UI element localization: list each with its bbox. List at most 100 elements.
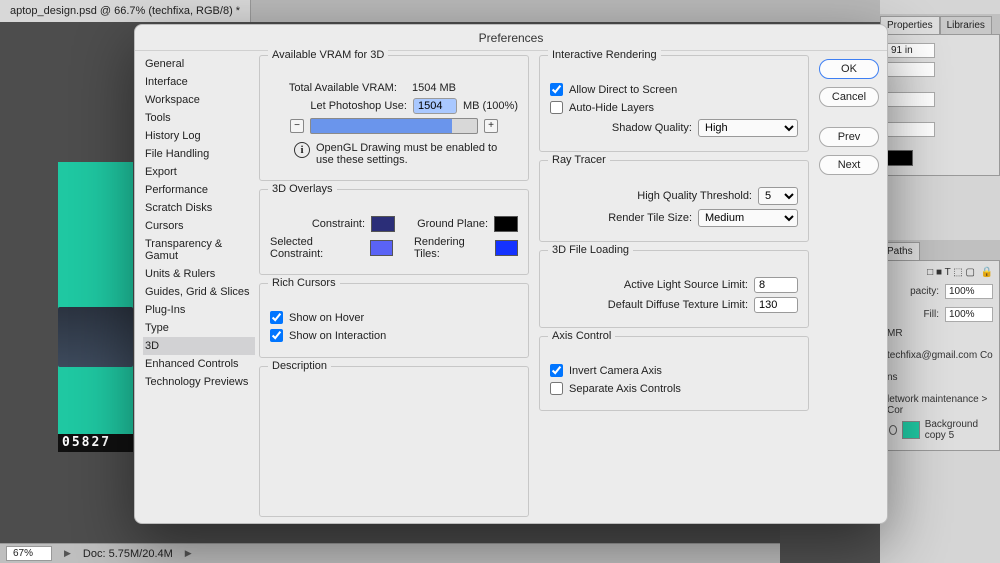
misc-dropdown[interactable] bbox=[887, 92, 935, 107]
sidebar-item-workspace[interactable]: Workspace bbox=[143, 91, 255, 109]
dialog-button-column: OK Cancel Prev Next bbox=[817, 51, 887, 523]
document-tab[interactable]: aptop_design.psd @ 66.7% (techfixa, RGB/… bbox=[0, 0, 251, 22]
constraint-label: Constraint: bbox=[312, 218, 365, 230]
auto-hide-layers-label: Auto-Hide Layers bbox=[569, 102, 654, 114]
group-interactive-rendering: Interactive Rendering Allow Direct to Sc… bbox=[539, 55, 809, 152]
sidebar-item-technology-previews[interactable]: Technology Previews bbox=[143, 373, 255, 391]
direct-to-screen-label: Allow Direct to Screen bbox=[569, 84, 677, 96]
document-tab-bar: aptop_design.psd @ 66.7% (techfixa, RGB/… bbox=[0, 0, 1000, 22]
prev-button[interactable]: Prev bbox=[819, 127, 879, 147]
hq-threshold-select[interactable]: 5 bbox=[758, 187, 798, 205]
invert-axis-checkbox[interactable] bbox=[550, 364, 563, 377]
opacity-label: pacity: bbox=[910, 286, 939, 297]
auto-hide-layers-checkbox[interactable] bbox=[550, 101, 563, 114]
hq-threshold-label: High Quality Threshold: bbox=[637, 190, 752, 202]
separate-axis-label: Separate Axis Controls bbox=[569, 383, 681, 395]
art-banner-text: 05827 bbox=[58, 434, 133, 452]
tab-properties[interactable]: Properties bbox=[880, 16, 940, 34]
color-swatch[interactable] bbox=[887, 150, 913, 166]
vram-note: OpenGL Drawing must be enabled to use th… bbox=[316, 142, 516, 166]
group-rich-cursors: Rich Cursors Show on Hover Show on Inter… bbox=[259, 283, 529, 358]
doc-size-readout: Doc: 5.75M/20.4M bbox=[83, 548, 173, 560]
group-title: Interactive Rendering bbox=[548, 49, 661, 61]
vram-input[interactable] bbox=[413, 98, 457, 114]
preferences-dialog: Preferences GeneralInterfaceWorkspaceToo… bbox=[134, 24, 888, 524]
info-icon: i bbox=[294, 142, 310, 158]
email-text: techfixa@gmail.com Co bbox=[887, 350, 993, 361]
sidebar-item-tools[interactable]: Tools bbox=[143, 109, 255, 127]
use-vram-label: Let Photoshop Use: bbox=[310, 100, 407, 112]
group-title: Ray Tracer bbox=[548, 154, 610, 166]
show-on-interaction-checkbox[interactable] bbox=[270, 329, 283, 342]
render-tile-size-select[interactable]: Medium bbox=[698, 209, 798, 227]
layer-row[interactable]: Background copy 5 bbox=[887, 416, 993, 444]
cancel-button[interactable]: Cancel bbox=[819, 87, 879, 107]
sidebar-item-cursors[interactable]: Cursors bbox=[143, 217, 255, 235]
selected-constraint-swatch[interactable] bbox=[370, 240, 393, 256]
show-on-hover-label: Show on Hover bbox=[289, 312, 364, 324]
sidebar-item-export[interactable]: Export bbox=[143, 163, 255, 181]
ok-button[interactable]: OK bbox=[819, 59, 879, 79]
right-panel-stack: Properties Libraries 91 in Paths □ ■ T ⬚… bbox=[880, 0, 1000, 563]
sidebar-item-transparency-gamut[interactable]: Transparency & Gamut bbox=[143, 235, 255, 265]
sidebar-item-guides-grid-slices[interactable]: Guides, Grid & Slices bbox=[143, 283, 255, 301]
next-button[interactable]: Next bbox=[819, 155, 879, 175]
separate-axis-checkbox[interactable] bbox=[550, 382, 563, 395]
texture-limit-label: Default Diffuse Texture Limit: bbox=[608, 299, 748, 311]
misc-dropdown-2[interactable] bbox=[887, 122, 935, 137]
chevron-right-icon[interactable]: ▶ bbox=[185, 548, 192, 559]
layer-name: Background copy 5 bbox=[925, 419, 991, 441]
show-on-interaction-label: Show on Interaction bbox=[289, 330, 386, 342]
sidebar-item-history-log[interactable]: History Log bbox=[143, 127, 255, 145]
zoom-field[interactable]: 67% bbox=[6, 546, 52, 561]
rendering-tiles-label: Rendering Tiles: bbox=[414, 236, 489, 260]
height-field[interactable] bbox=[887, 62, 935, 77]
group-overlays: 3D Overlays Constraint: Ground Plane: Se… bbox=[259, 189, 529, 275]
sidebar-item-type[interactable]: Type bbox=[143, 319, 255, 337]
sidebar-item-file-handling[interactable]: File Handling bbox=[143, 145, 255, 163]
constraint-swatch[interactable] bbox=[371, 216, 395, 232]
shadow-quality-select[interactable]: High bbox=[698, 119, 798, 137]
opacity-field[interactable]: 100% bbox=[945, 284, 993, 299]
ground-plane-swatch[interactable] bbox=[494, 216, 518, 232]
direct-to-screen-checkbox[interactable] bbox=[550, 83, 563, 96]
show-on-hover-checkbox[interactable] bbox=[270, 311, 283, 324]
fill-field[interactable]: 100% bbox=[945, 307, 993, 322]
sidebar-item-units-rulers[interactable]: Units & Rulers bbox=[143, 265, 255, 283]
width-field[interactable]: 91 in bbox=[887, 43, 935, 58]
group-title: 3D File Loading bbox=[548, 244, 633, 256]
increment-button[interactable]: + bbox=[484, 119, 498, 133]
group-ray-tracer: Ray Tracer High Quality Threshold: 5 Ren… bbox=[539, 160, 809, 242]
group-title: Description bbox=[268, 360, 331, 372]
sidebar-item-scratch-disks[interactable]: Scratch Disks bbox=[143, 199, 255, 217]
laptop-graphic bbox=[58, 307, 133, 367]
chevron-right-icon[interactable]: ▶ bbox=[64, 548, 71, 559]
fill-label: Fill: bbox=[923, 309, 939, 320]
sidebar-item-enhanced-controls[interactable]: Enhanced Controls bbox=[143, 355, 255, 373]
preferences-sidebar: GeneralInterfaceWorkspaceToolsHistory Lo… bbox=[135, 51, 255, 523]
sidebar-item-plug-ins[interactable]: Plug-Ins bbox=[143, 301, 255, 319]
layer-thumbnail bbox=[902, 421, 919, 439]
breadcrumb-fragment: letwork maintenance > Cor bbox=[887, 394, 993, 416]
tab-libraries[interactable]: Libraries bbox=[940, 16, 992, 34]
status-bar: 67% ▶ Doc: 5.75M/20.4M ▶ bbox=[0, 543, 780, 563]
sidebar-item-3d[interactable]: 3D bbox=[143, 337, 255, 355]
text-fragment: ns bbox=[887, 372, 993, 383]
render-tile-size-label: Render Tile Size: bbox=[608, 212, 692, 224]
vram-suffix: MB (100%) bbox=[463, 100, 518, 112]
visibility-icon[interactable] bbox=[889, 425, 897, 435]
ground-plane-label: Ground Plane: bbox=[417, 218, 488, 230]
decrement-button[interactable]: − bbox=[290, 119, 304, 133]
texture-limit-input[interactable] bbox=[754, 297, 798, 313]
total-vram-label: Total Available VRAM: bbox=[289, 82, 397, 94]
rendering-tiles-swatch[interactable] bbox=[495, 240, 518, 256]
light-limit-input[interactable] bbox=[754, 277, 798, 293]
vram-slider[interactable] bbox=[310, 118, 478, 134]
group-title: Available VRAM for 3D bbox=[268, 49, 388, 61]
sidebar-item-general[interactable]: General bbox=[143, 55, 255, 73]
invert-axis-label: Invert Camera Axis bbox=[569, 365, 662, 377]
sidebar-item-performance[interactable]: Performance bbox=[143, 181, 255, 199]
sidebar-item-interface[interactable]: Interface bbox=[143, 73, 255, 91]
total-vram-value: 1504 MB bbox=[412, 82, 456, 94]
dialog-title: Preferences bbox=[135, 25, 887, 51]
